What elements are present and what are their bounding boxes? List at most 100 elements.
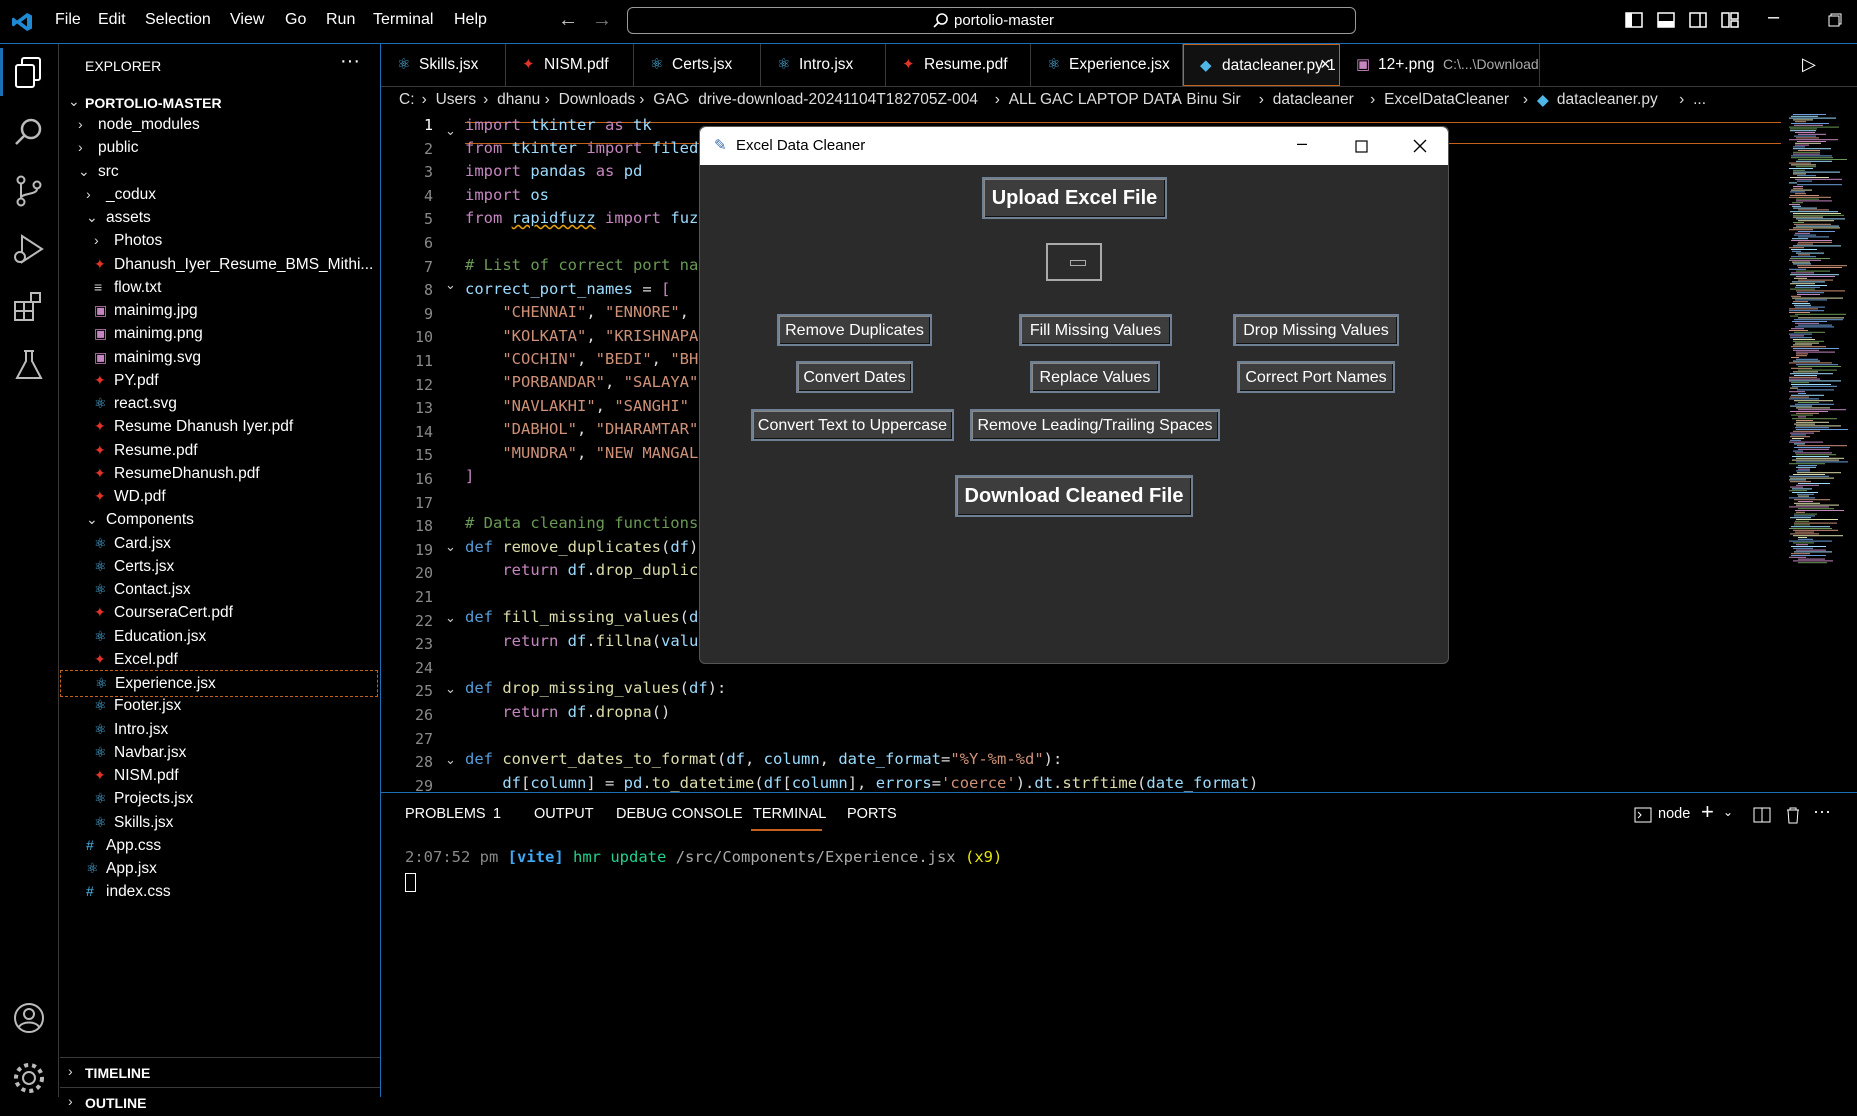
breadcrumb-item[interactable]: datacleaner.py [1557, 91, 1658, 109]
breadcrumb-item[interactable]: dhanu [497, 91, 540, 109]
add-terminal-icon[interactable]: + [1701, 799, 1714, 825]
customize-layout-icon[interactable] [1721, 11, 1739, 29]
breadcrumb-item[interactable]: datacleaner [1273, 91, 1354, 109]
toggle-panel-icon[interactable] [1657, 11, 1675, 29]
tab-terminal[interactable]: TERMINAL [753, 806, 826, 822]
account-icon[interactable] [10, 999, 48, 1037]
tab-ports[interactable]: PORTS [847, 806, 897, 822]
breadcrumb-item[interactable]: ExcelDataCleaner [1384, 91, 1509, 109]
tab-label: Skills.jsx [419, 56, 479, 73]
toggle-secondary-sidebar-icon[interactable] [1689, 11, 1707, 29]
convert-uppercase-button[interactable]: Convert Text to Uppercase [751, 409, 954, 441]
menu-selection[interactable]: Selection [145, 11, 211, 29]
download-cleaned-file-button[interactable]: Download Cleaned File [955, 475, 1193, 517]
minimize-icon[interactable]: – [1297, 133, 1307, 154]
breadcrumb-item[interactable]: ... [1693, 91, 1706, 109]
tab-editor[interactable]: ▣ 12+.png C:\...\Downloads [1340, 44, 1540, 86]
tab-editor[interactable]: ⚛ Certs.jsx [634, 44, 761, 86]
minimap-line [1790, 128, 1817, 130]
run-debug-icon[interactable] [10, 230, 48, 268]
menu-view[interactable]: View [230, 11, 264, 29]
breadcrumb-item[interactable]: Users [436, 91, 476, 109]
replace-values-button[interactable]: Replace Values [1030, 361, 1160, 393]
forward-arrow-icon[interactable]: → [592, 9, 612, 32]
close-tab-icon[interactable]: × [1320, 54, 1331, 75]
tab-editor[interactable]: ✦ NISM.pdf [506, 44, 634, 86]
file-type-icon: ✦ [522, 56, 535, 73]
minimap-line [1798, 562, 1827, 564]
minimize-window-icon[interactable]: – [1768, 6, 1779, 29]
correct-port-names-button[interactable]: Correct Port Names [1237, 361, 1395, 393]
back-arrow-icon[interactable]: ← [558, 9, 578, 32]
terminal-cursor[interactable] [405, 873, 416, 892]
trim-spaces-button[interactable]: Remove Leading/Trailing Spaces [970, 409, 1220, 441]
restore-window-icon[interactable] [1828, 13, 1842, 27]
tab-editor[interactable]: ⚛ Experience.jsx [1031, 44, 1183, 86]
fold-chevron-icon[interactable]: ⌄ [445, 539, 456, 555]
tab-debug-console[interactable]: DEBUG CONSOLE [616, 806, 743, 822]
terminal-name[interactable]: node [1658, 806, 1690, 822]
window-title-bar[interactable]: ✎ Excel Data Cleaner – [700, 127, 1448, 165]
fold-chevron-icon[interactable]: ⌄ [445, 277, 456, 293]
minimap-line [1791, 115, 1818, 117]
menu-help[interactable]: Help [454, 11, 487, 29]
testing-flask-icon[interactable] [10, 346, 48, 384]
breadcrumb-item[interactable]: C: [399, 91, 415, 109]
minimap-line [1794, 331, 1825, 333]
tab-output[interactable]: OUTPUT [534, 806, 594, 822]
fold-chevron-icon[interactable]: ⌄ [445, 610, 456, 626]
more-actions-icon[interactable]: ··· [1813, 801, 1831, 822]
close-icon[interactable] [1413, 139, 1427, 153]
trash-icon[interactable] [1785, 806, 1801, 824]
fill-missing-values-button[interactable]: Fill Missing Values [1019, 314, 1172, 346]
fold-chevron-icon[interactable]: ⌄ [445, 681, 456, 697]
run-python-icon[interactable]: ▷ [1802, 54, 1816, 75]
tab-problems[interactable]: PROBLEMS [405, 806, 486, 822]
minimap[interactable] [1787, 114, 1857, 614]
minimap-line [1791, 546, 1826, 547]
tree-file[interactable]: # index.css [60, 879, 378, 906]
upload-excel-button[interactable]: Upload Excel File [982, 177, 1167, 219]
tab-editor[interactable]: ⚛ Intro.jsx [761, 44, 886, 86]
manage-gear-icon[interactable] [10, 1059, 48, 1097]
chevron-right-icon: › [639, 91, 645, 108]
tab-editor[interactable]: ⚛ Skills.jsx [381, 44, 506, 86]
toggle-sidebar-icon[interactable] [1625, 11, 1643, 29]
breadcrumb-item[interactable]: GAC [653, 91, 687, 109]
menu-file[interactable]: File [55, 11, 81, 29]
split-terminal-icon[interactable] [1753, 807, 1771, 823]
tab-editor[interactable]: ✦ Resume.pdf [886, 44, 1031, 86]
outline-section[interactable]: › OUTLINE [60, 1089, 378, 1116]
explorer-icon[interactable] [10, 54, 48, 92]
command-center-search[interactable]: portolio-master [627, 7, 1356, 34]
fold-chevron-icon[interactable]: ⌄ [445, 123, 456, 139]
code-line: "COCHIN", "BEDI", "BH [502, 350, 699, 368]
remove-duplicates-button[interactable]: Remove Duplicates [777, 314, 932, 346]
minimap-line [1789, 475, 1829, 477]
source-control-icon[interactable] [10, 172, 48, 210]
minimap-line [1798, 465, 1817, 466]
search-view-icon[interactable] [10, 114, 48, 152]
react-file-icon: ⚛ [94, 627, 107, 644]
breadcrumb-item[interactable]: ALL GAC LAPTOP DATA [1009, 91, 1182, 109]
breadcrumb-item[interactable]: Downloads [559, 91, 636, 109]
menu-go[interactable]: Go [285, 11, 306, 29]
tab-active[interactable]: ◆ datacleaner.py 1 × [1183, 44, 1340, 86]
menu-terminal[interactable]: Terminal [373, 11, 433, 29]
extensions-icon[interactable] [10, 288, 48, 326]
drop-missing-values-button[interactable]: Drop Missing Values [1233, 314, 1399, 346]
maximize-icon[interactable] [1355, 140, 1368, 153]
tree-item-label: WD.pdf [114, 488, 166, 505]
tree-item-label: index.css [106, 883, 171, 901]
more-actions-icon[interactable]: ··· [340, 50, 360, 73]
fold-chevron-icon[interactable]: ⌄ [445, 752, 456, 768]
menu-edit[interactable]: Edit [98, 11, 126, 29]
convert-dates-button[interactable]: Convert Dates [796, 361, 913, 393]
chevron-down-icon[interactable]: ⌄ [1723, 805, 1733, 819]
breadcrumb-item[interactable]: drive-download-20241104T182705Z-004 [698, 91, 978, 109]
minimap-line [1794, 304, 1811, 306]
breadcrumb-item[interactable]: Binu Sir [1186, 91, 1240, 109]
timeline-section[interactable]: › TIMELINE [60, 1059, 378, 1086]
minimap-line [1795, 403, 1834, 405]
menu-run[interactable]: Run [326, 11, 355, 29]
